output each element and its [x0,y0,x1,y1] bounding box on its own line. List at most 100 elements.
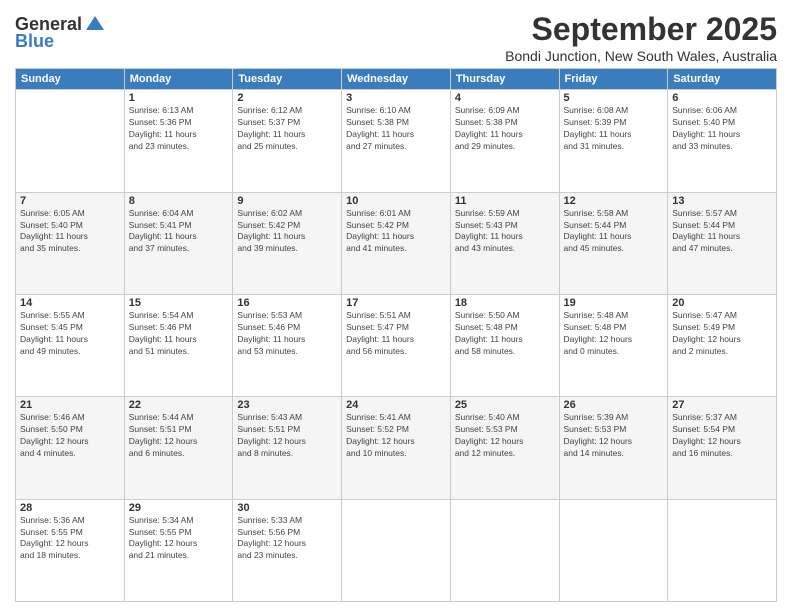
calendar-cell [450,499,559,601]
calendar-cell: 28Sunrise: 5:36 AM Sunset: 5:55 PM Dayli… [16,499,125,601]
day-info: Sunrise: 6:01 AM Sunset: 5:42 PM Dayligh… [346,208,446,256]
day-info: Sunrise: 6:13 AM Sunset: 5:36 PM Dayligh… [129,105,229,153]
day-info: Sunrise: 6:09 AM Sunset: 5:38 PM Dayligh… [455,105,555,153]
logo-icon [84,14,106,34]
calendar-cell: 14Sunrise: 5:55 AM Sunset: 5:45 PM Dayli… [16,295,125,397]
calendar-cell: 26Sunrise: 5:39 AM Sunset: 5:53 PM Dayli… [559,397,668,499]
day-number: 1 [129,92,229,104]
calendar-cell [668,499,777,601]
calendar-cell: 22Sunrise: 5:44 AM Sunset: 5:51 PM Dayli… [124,397,233,499]
calendar-cell [559,499,668,601]
day-info: Sunrise: 5:59 AM Sunset: 5:43 PM Dayligh… [455,208,555,256]
day-info: Sunrise: 5:43 AM Sunset: 5:51 PM Dayligh… [237,412,337,460]
month-title: September 2025 [505,10,777,48]
day-number: 2 [237,92,337,104]
day-number: 16 [237,297,337,309]
calendar-cell: 9Sunrise: 6:02 AM Sunset: 5:42 PM Daylig… [233,192,342,294]
calendar-cell: 17Sunrise: 5:51 AM Sunset: 5:47 PM Dayli… [342,295,451,397]
calendar-week-1: 1Sunrise: 6:13 AM Sunset: 5:36 PM Daylig… [16,90,777,192]
day-number: 8 [129,195,229,207]
day-info: Sunrise: 6:12 AM Sunset: 5:37 PM Dayligh… [237,105,337,153]
day-number: 7 [20,195,120,207]
day-number: 21 [20,399,120,411]
day-info: Sunrise: 6:05 AM Sunset: 5:40 PM Dayligh… [20,208,120,256]
logo-blue: Blue [15,31,54,52]
title-section: September 2025 Bondi Junction, New South… [505,10,777,64]
calendar-cell: 23Sunrise: 5:43 AM Sunset: 5:51 PM Dayli… [233,397,342,499]
header-monday: Monday [124,69,233,90]
calendar-cell: 10Sunrise: 6:01 AM Sunset: 5:42 PM Dayli… [342,192,451,294]
day-info: Sunrise: 5:54 AM Sunset: 5:46 PM Dayligh… [129,310,229,358]
calendar-cell: 27Sunrise: 5:37 AM Sunset: 5:54 PM Dayli… [668,397,777,499]
calendar-cell: 24Sunrise: 5:41 AM Sunset: 5:52 PM Dayli… [342,397,451,499]
calendar-table: Sunday Monday Tuesday Wednesday Thursday… [15,68,777,602]
day-info: Sunrise: 5:47 AM Sunset: 5:49 PM Dayligh… [672,310,772,358]
header-wednesday: Wednesday [342,69,451,90]
day-info: Sunrise: 5:50 AM Sunset: 5:48 PM Dayligh… [455,310,555,358]
day-number: 23 [237,399,337,411]
calendar-week-5: 28Sunrise: 5:36 AM Sunset: 5:55 PM Dayli… [16,499,777,601]
day-number: 13 [672,195,772,207]
calendar-cell: 21Sunrise: 5:46 AM Sunset: 5:50 PM Dayli… [16,397,125,499]
day-info: Sunrise: 6:04 AM Sunset: 5:41 PM Dayligh… [129,208,229,256]
calendar-cell: 4Sunrise: 6:09 AM Sunset: 5:38 PM Daylig… [450,90,559,192]
header-saturday: Saturday [668,69,777,90]
day-number: 22 [129,399,229,411]
page-header: General Blue September 2025 Bondi Juncti… [15,10,777,64]
day-number: 19 [564,297,664,309]
day-info: Sunrise: 6:10 AM Sunset: 5:38 PM Dayligh… [346,105,446,153]
day-number: 24 [346,399,446,411]
header-sunday: Sunday [16,69,125,90]
logo: General Blue [15,14,106,52]
calendar-cell: 15Sunrise: 5:54 AM Sunset: 5:46 PM Dayli… [124,295,233,397]
day-info: Sunrise: 5:51 AM Sunset: 5:47 PM Dayligh… [346,310,446,358]
day-info: Sunrise: 5:40 AM Sunset: 5:53 PM Dayligh… [455,412,555,460]
day-info: Sunrise: 5:34 AM Sunset: 5:55 PM Dayligh… [129,515,229,563]
day-number: 12 [564,195,664,207]
header-thursday: Thursday [450,69,559,90]
calendar-cell: 3Sunrise: 6:10 AM Sunset: 5:38 PM Daylig… [342,90,451,192]
calendar-cell [16,90,125,192]
day-info: Sunrise: 5:36 AM Sunset: 5:55 PM Dayligh… [20,515,120,563]
calendar-week-4: 21Sunrise: 5:46 AM Sunset: 5:50 PM Dayli… [16,397,777,499]
calendar-cell: 18Sunrise: 5:50 AM Sunset: 5:48 PM Dayli… [450,295,559,397]
calendar-week-3: 14Sunrise: 5:55 AM Sunset: 5:45 PM Dayli… [16,295,777,397]
calendar-cell: 6Sunrise: 6:06 AM Sunset: 5:40 PM Daylig… [668,90,777,192]
day-info: Sunrise: 5:48 AM Sunset: 5:48 PM Dayligh… [564,310,664,358]
day-info: Sunrise: 5:46 AM Sunset: 5:50 PM Dayligh… [20,412,120,460]
day-info: Sunrise: 5:57 AM Sunset: 5:44 PM Dayligh… [672,208,772,256]
header-tuesday: Tuesday [233,69,342,90]
day-number: 17 [346,297,446,309]
calendar-cell: 25Sunrise: 5:40 AM Sunset: 5:53 PM Dayli… [450,397,559,499]
calendar-cell: 2Sunrise: 6:12 AM Sunset: 5:37 PM Daylig… [233,90,342,192]
day-info: Sunrise: 5:33 AM Sunset: 5:56 PM Dayligh… [237,515,337,563]
calendar-cell: 11Sunrise: 5:59 AM Sunset: 5:43 PM Dayli… [450,192,559,294]
day-number: 27 [672,399,772,411]
day-number: 3 [346,92,446,104]
calendar-cell: 5Sunrise: 6:08 AM Sunset: 5:39 PM Daylig… [559,90,668,192]
day-number: 6 [672,92,772,104]
day-number: 26 [564,399,664,411]
calendar-cell: 1Sunrise: 6:13 AM Sunset: 5:36 PM Daylig… [124,90,233,192]
day-number: 15 [129,297,229,309]
day-number: 5 [564,92,664,104]
day-number: 9 [237,195,337,207]
day-number: 20 [672,297,772,309]
calendar-cell: 30Sunrise: 5:33 AM Sunset: 5:56 PM Dayli… [233,499,342,601]
calendar-cell: 13Sunrise: 5:57 AM Sunset: 5:44 PM Dayli… [668,192,777,294]
day-info: Sunrise: 5:58 AM Sunset: 5:44 PM Dayligh… [564,208,664,256]
day-number: 4 [455,92,555,104]
calendar-week-2: 7Sunrise: 6:05 AM Sunset: 5:40 PM Daylig… [16,192,777,294]
calendar-cell: 19Sunrise: 5:48 AM Sunset: 5:48 PM Dayli… [559,295,668,397]
day-info: Sunrise: 5:44 AM Sunset: 5:51 PM Dayligh… [129,412,229,460]
calendar-header-row: Sunday Monday Tuesday Wednesday Thursday… [16,69,777,90]
location-title: Bondi Junction, New South Wales, Austral… [505,48,777,64]
day-info: Sunrise: 5:39 AM Sunset: 5:53 PM Dayligh… [564,412,664,460]
day-number: 18 [455,297,555,309]
day-number: 28 [20,502,120,514]
header-friday: Friday [559,69,668,90]
day-info: Sunrise: 6:02 AM Sunset: 5:42 PM Dayligh… [237,208,337,256]
day-info: Sunrise: 6:08 AM Sunset: 5:39 PM Dayligh… [564,105,664,153]
day-info: Sunrise: 5:37 AM Sunset: 5:54 PM Dayligh… [672,412,772,460]
day-number: 10 [346,195,446,207]
